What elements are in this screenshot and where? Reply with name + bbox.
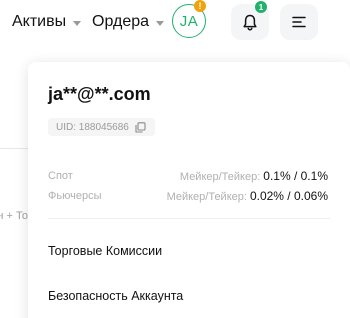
top-bar: Активы Ордера JA ! 1 [0, 0, 350, 46]
background-divider [0, 148, 28, 149]
account-email: ja**@**.com [48, 84, 151, 104]
panel-divider [48, 218, 330, 219]
trading-fees-link[interactable]: Торговые Комиссии [48, 244, 162, 258]
avatar-alert-badge: ! [194, 0, 206, 12]
background-partial-text: н + То [0, 210, 28, 222]
uid-chip[interactable]: UID: 188045686 [48, 118, 155, 136]
account-dropdown-panel: ja**@**.com UID: 188045686 Спот Мейкер/Т… [28, 62, 350, 318]
fee-row-futures: Фьючерсы Мейкер/Тейкер: 0.02% / 0.06% [48, 188, 328, 204]
bell-icon [243, 14, 257, 31]
chevron-down-icon [156, 20, 165, 26]
fee-label: Фьючерсы [48, 190, 102, 202]
chevron-down-icon [73, 20, 82, 26]
nav-orders[interactable]: Ордера [92, 12, 165, 32]
menu-button[interactable] [280, 4, 318, 40]
app-root: Активы Ордера JA ! 1 н + То ja**@**.com … [0, 0, 350, 318]
copy-icon[interactable] [135, 121, 147, 133]
notifications-count-badge: 1 [255, 1, 267, 13]
nav-orders-label: Ордера [92, 13, 150, 30]
fee-value: 0.02% / 0.06% [249, 189, 328, 203]
account-security-link[interactable]: Безопасность Аккаунта [48, 289, 183, 303]
nav-assets[interactable]: Активы [12, 12, 82, 32]
maker-taker-label: Мейкер/Тейкер: [179, 171, 261, 183]
fee-label: Спот [48, 170, 73, 182]
menu-lines-icon [292, 16, 306, 28]
fee-value: 0.1% / 0.1% [263, 169, 328, 183]
avatar-initials: JA [179, 12, 199, 30]
nav-assets-label: Активы [12, 13, 67, 30]
maker-taker-label: Мейкер/Тейкер: [166, 191, 247, 203]
fee-row-spot: Спот Мейкер/Тейкер: 0.1% / 0.1% [48, 168, 328, 184]
uid-text: UID: 188045686 [56, 121, 129, 133]
